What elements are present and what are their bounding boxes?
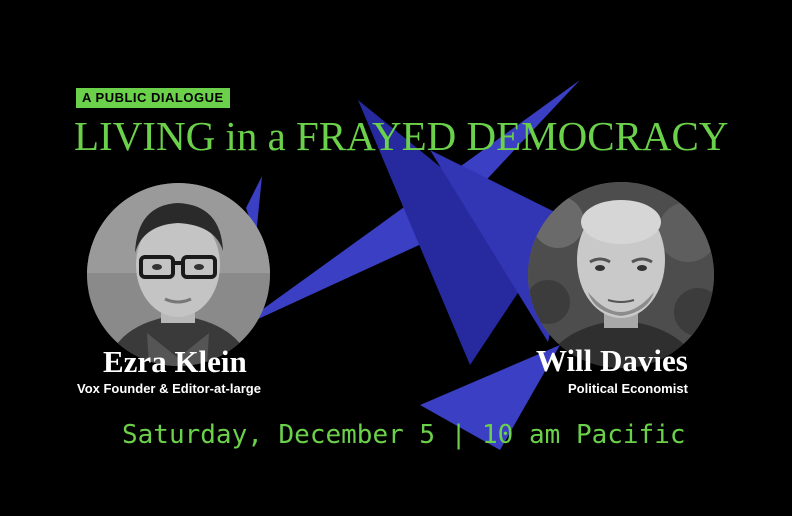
event-banner: A PUBLIC DIALOGUE LIVING in a FRAYED DEM…: [0, 0, 792, 516]
speaker-photo-will-davies: [528, 182, 714, 368]
event-date-time: Saturday, December 5 | 10 am Pacific: [122, 420, 686, 450]
kicker-label: A PUBLIC DIALOGUE: [76, 88, 230, 108]
speaker-role: Political Economist: [568, 381, 688, 396]
speaker-name: Ezra Klein: [103, 344, 247, 379]
speaker-name: Will Davies: [536, 343, 688, 378]
speaker-role: Vox Founder & Editor-at-large: [77, 381, 261, 396]
speaker-photo-ezra-klein: [87, 183, 270, 366]
event-title: LIVING in a FRAYED DEMOCRACY: [74, 113, 729, 159]
